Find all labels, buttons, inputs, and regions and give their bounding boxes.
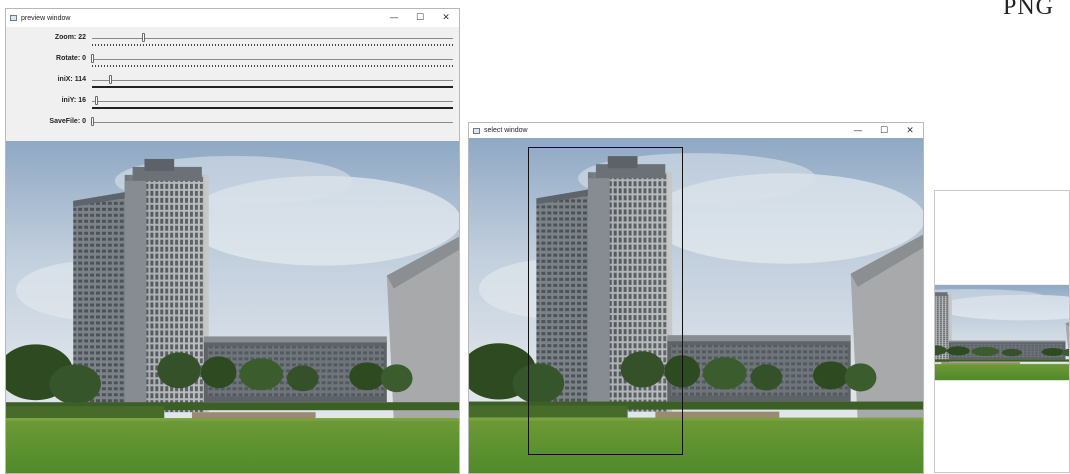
partial-heading-text: PNG	[1003, 0, 1055, 20]
select-window: select window — ☐ ✕	[468, 122, 924, 474]
trackbar-track[interactable]	[92, 75, 453, 84]
trackbar-track[interactable]	[91, 54, 453, 63]
trackbar-ticks	[92, 44, 453, 46]
selection-rectangle[interactable]	[528, 147, 683, 455]
trackbar-track[interactable]	[92, 96, 453, 105]
preview-image	[6, 141, 460, 474]
trackbar-ticks	[92, 65, 453, 67]
select-window-title: select window	[484, 127, 528, 134]
select-window-titlebar[interactable]: select window — ☐ ✕	[469, 123, 923, 138]
maximize-icon[interactable]: ☐	[407, 9, 433, 27]
maximize-icon[interactable]: ☐	[871, 123, 897, 138]
trackbar-savefile: SaveFile: 0	[6, 114, 459, 135]
close-icon[interactable]: ✕	[897, 123, 923, 138]
preview-window-title: preview window	[21, 14, 71, 22]
trackbar-zoom: Zoom: 22	[6, 30, 459, 51]
trackbar-label: Zoom: 22	[54, 34, 86, 41]
trackbar-thumb[interactable]	[94, 96, 98, 105]
trackbar-label: iniY: 16	[61, 97, 86, 104]
trackbar-iniy: iniY: 16	[6, 93, 459, 114]
trackbar-rotate: Rotate: 0	[6, 51, 459, 72]
trackbar-ticks	[92, 86, 453, 88]
trackbar-ticks	[92, 107, 453, 109]
trackbar-panel: Zoom: 22 Rotate: 0 iniX: 114 iniY: 16 Sa…	[6, 27, 459, 141]
app-icon	[10, 15, 17, 21]
trackbar-thumb[interactable]	[141, 33, 145, 42]
trackbar-thumb[interactable]	[109, 75, 113, 84]
trackbar-thumb[interactable]	[91, 117, 94, 126]
minimize-icon[interactable]: —	[845, 123, 871, 138]
trackbar-label: SaveFile: 0	[49, 118, 86, 125]
trackbar-track[interactable]	[92, 33, 453, 42]
select-image[interactable]	[469, 138, 924, 474]
close-icon[interactable]: ✕	[433, 9, 459, 27]
trackbar-thumb[interactable]	[91, 54, 94, 63]
app-icon	[473, 127, 480, 134]
cropped-image	[934, 190, 1070, 473]
minimize-icon[interactable]: —	[381, 9, 407, 27]
trackbar-label: Rotate: 0	[56, 55, 86, 62]
trackbar-inix: iniX: 114	[6, 72, 459, 93]
trackbar-track[interactable]	[91, 117, 453, 126]
trackbar-label: iniX: 114	[57, 76, 86, 83]
preview-window-titlebar[interactable]: preview window — ☐ ✕	[6, 9, 459, 27]
preview-window: preview window — ☐ ✕ Zoom: 22 Rotate: 0 …	[5, 8, 460, 474]
